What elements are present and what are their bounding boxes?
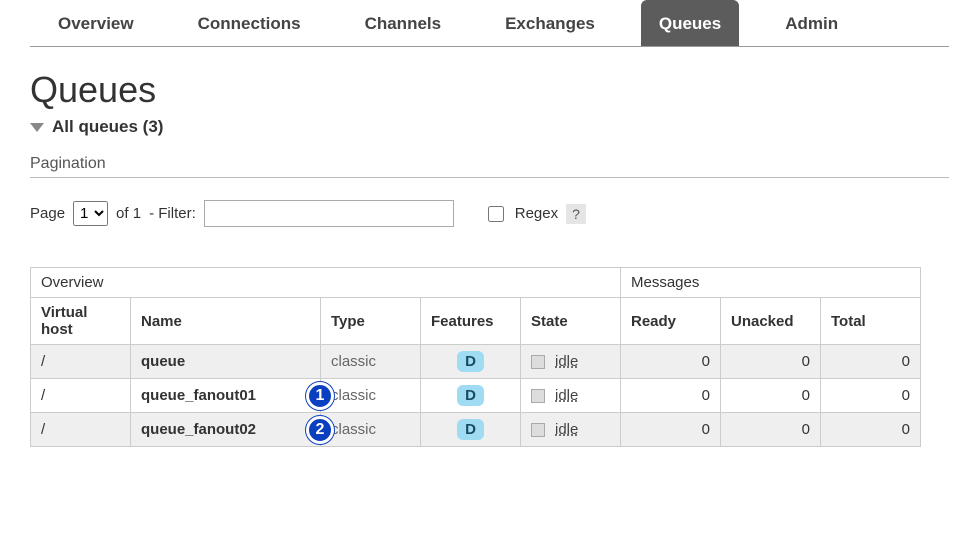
durable-badge: D bbox=[457, 351, 484, 372]
nav-overview[interactable]: Overview bbox=[40, 0, 152, 46]
cell-total: 0 bbox=[821, 345, 921, 379]
nav-channels[interactable]: Channels bbox=[347, 0, 460, 46]
page-of-label: of 1 bbox=[116, 205, 141, 222]
page-title: Queues bbox=[30, 69, 949, 111]
cell-unacked: 0 bbox=[721, 413, 821, 447]
filter-input[interactable] bbox=[204, 200, 454, 227]
all-queues-toggle[interactable]: All queues (3) bbox=[30, 117, 949, 137]
state-label: idle bbox=[555, 353, 578, 370]
state-indicator-icon bbox=[531, 389, 545, 403]
col-features[interactable]: Features bbox=[421, 298, 521, 345]
top-nav: Overview Connections Channels Exchanges … bbox=[30, 0, 949, 47]
cell-features: D bbox=[421, 345, 521, 379]
cell-features: D bbox=[421, 379, 521, 413]
col-total[interactable]: Total bbox=[821, 298, 921, 345]
table-row: /queue_fanout011classicDidle000 bbox=[31, 379, 921, 413]
col-name[interactable]: Name bbox=[131, 298, 321, 345]
filter-label: - Filter: bbox=[149, 205, 196, 222]
cell-type: classic bbox=[321, 345, 421, 379]
col-type[interactable]: Type bbox=[321, 298, 421, 345]
col-ready[interactable]: Ready bbox=[621, 298, 721, 345]
cell-vhost: / bbox=[31, 345, 131, 379]
cell-state: idle bbox=[521, 379, 621, 413]
durable-badge: D bbox=[457, 385, 484, 406]
col-unacked[interactable]: Unacked bbox=[721, 298, 821, 345]
cell-state: idle bbox=[521, 345, 621, 379]
queues-table: Overview Messages Virtual host Name Type… bbox=[30, 267, 921, 447]
state-label: idle bbox=[555, 421, 578, 438]
cell-ready: 0 bbox=[621, 345, 721, 379]
col-state[interactable]: State bbox=[521, 298, 621, 345]
cell-total: 0 bbox=[821, 413, 921, 447]
nav-admin[interactable]: Admin bbox=[767, 0, 856, 46]
state-indicator-icon bbox=[531, 423, 545, 437]
regex-label: Regex bbox=[515, 205, 558, 222]
nav-exchanges[interactable]: Exchanges bbox=[487, 0, 613, 46]
cell-vhost: / bbox=[31, 379, 131, 413]
help-icon[interactable]: ? bbox=[566, 204, 586, 224]
state-label: idle bbox=[555, 387, 578, 404]
cell-ready: 0 bbox=[621, 379, 721, 413]
regex-checkbox[interactable] bbox=[488, 206, 504, 222]
durable-badge: D bbox=[457, 419, 484, 440]
page-select[interactable]: 1 bbox=[73, 201, 108, 226]
chevron-down-icon bbox=[30, 123, 44, 132]
cell-state: idle bbox=[521, 413, 621, 447]
nav-queues[interactable]: Queues bbox=[641, 0, 739, 46]
cell-ready: 0 bbox=[621, 413, 721, 447]
cell-name[interactable]: queue_fanout011 bbox=[131, 379, 321, 413]
pagination-controls: Page 1 of 1 - Filter: Regex ? bbox=[30, 200, 949, 227]
all-queues-label: All queues (3) bbox=[52, 117, 163, 137]
cell-type: classic bbox=[321, 413, 421, 447]
table-row: /queueclassicDidle000 bbox=[31, 345, 921, 379]
pagination-heading: Pagination bbox=[30, 155, 949, 178]
cell-type: classic bbox=[321, 379, 421, 413]
state-indicator-icon bbox=[531, 355, 545, 369]
col-group-messages: Messages bbox=[621, 268, 921, 298]
table-row: /queue_fanout022classicDidle000 bbox=[31, 413, 921, 447]
cell-unacked: 0 bbox=[721, 379, 821, 413]
nav-connections[interactable]: Connections bbox=[180, 0, 319, 46]
col-vhost[interactable]: Virtual host bbox=[31, 298, 131, 345]
cell-features: D bbox=[421, 413, 521, 447]
cell-name[interactable]: queue_fanout022 bbox=[131, 413, 321, 447]
cell-total: 0 bbox=[821, 379, 921, 413]
page-label: Page bbox=[30, 205, 65, 222]
cell-unacked: 0 bbox=[721, 345, 821, 379]
cell-vhost: / bbox=[31, 413, 131, 447]
col-group-overview: Overview bbox=[31, 268, 621, 298]
cell-name[interactable]: queue bbox=[131, 345, 321, 379]
